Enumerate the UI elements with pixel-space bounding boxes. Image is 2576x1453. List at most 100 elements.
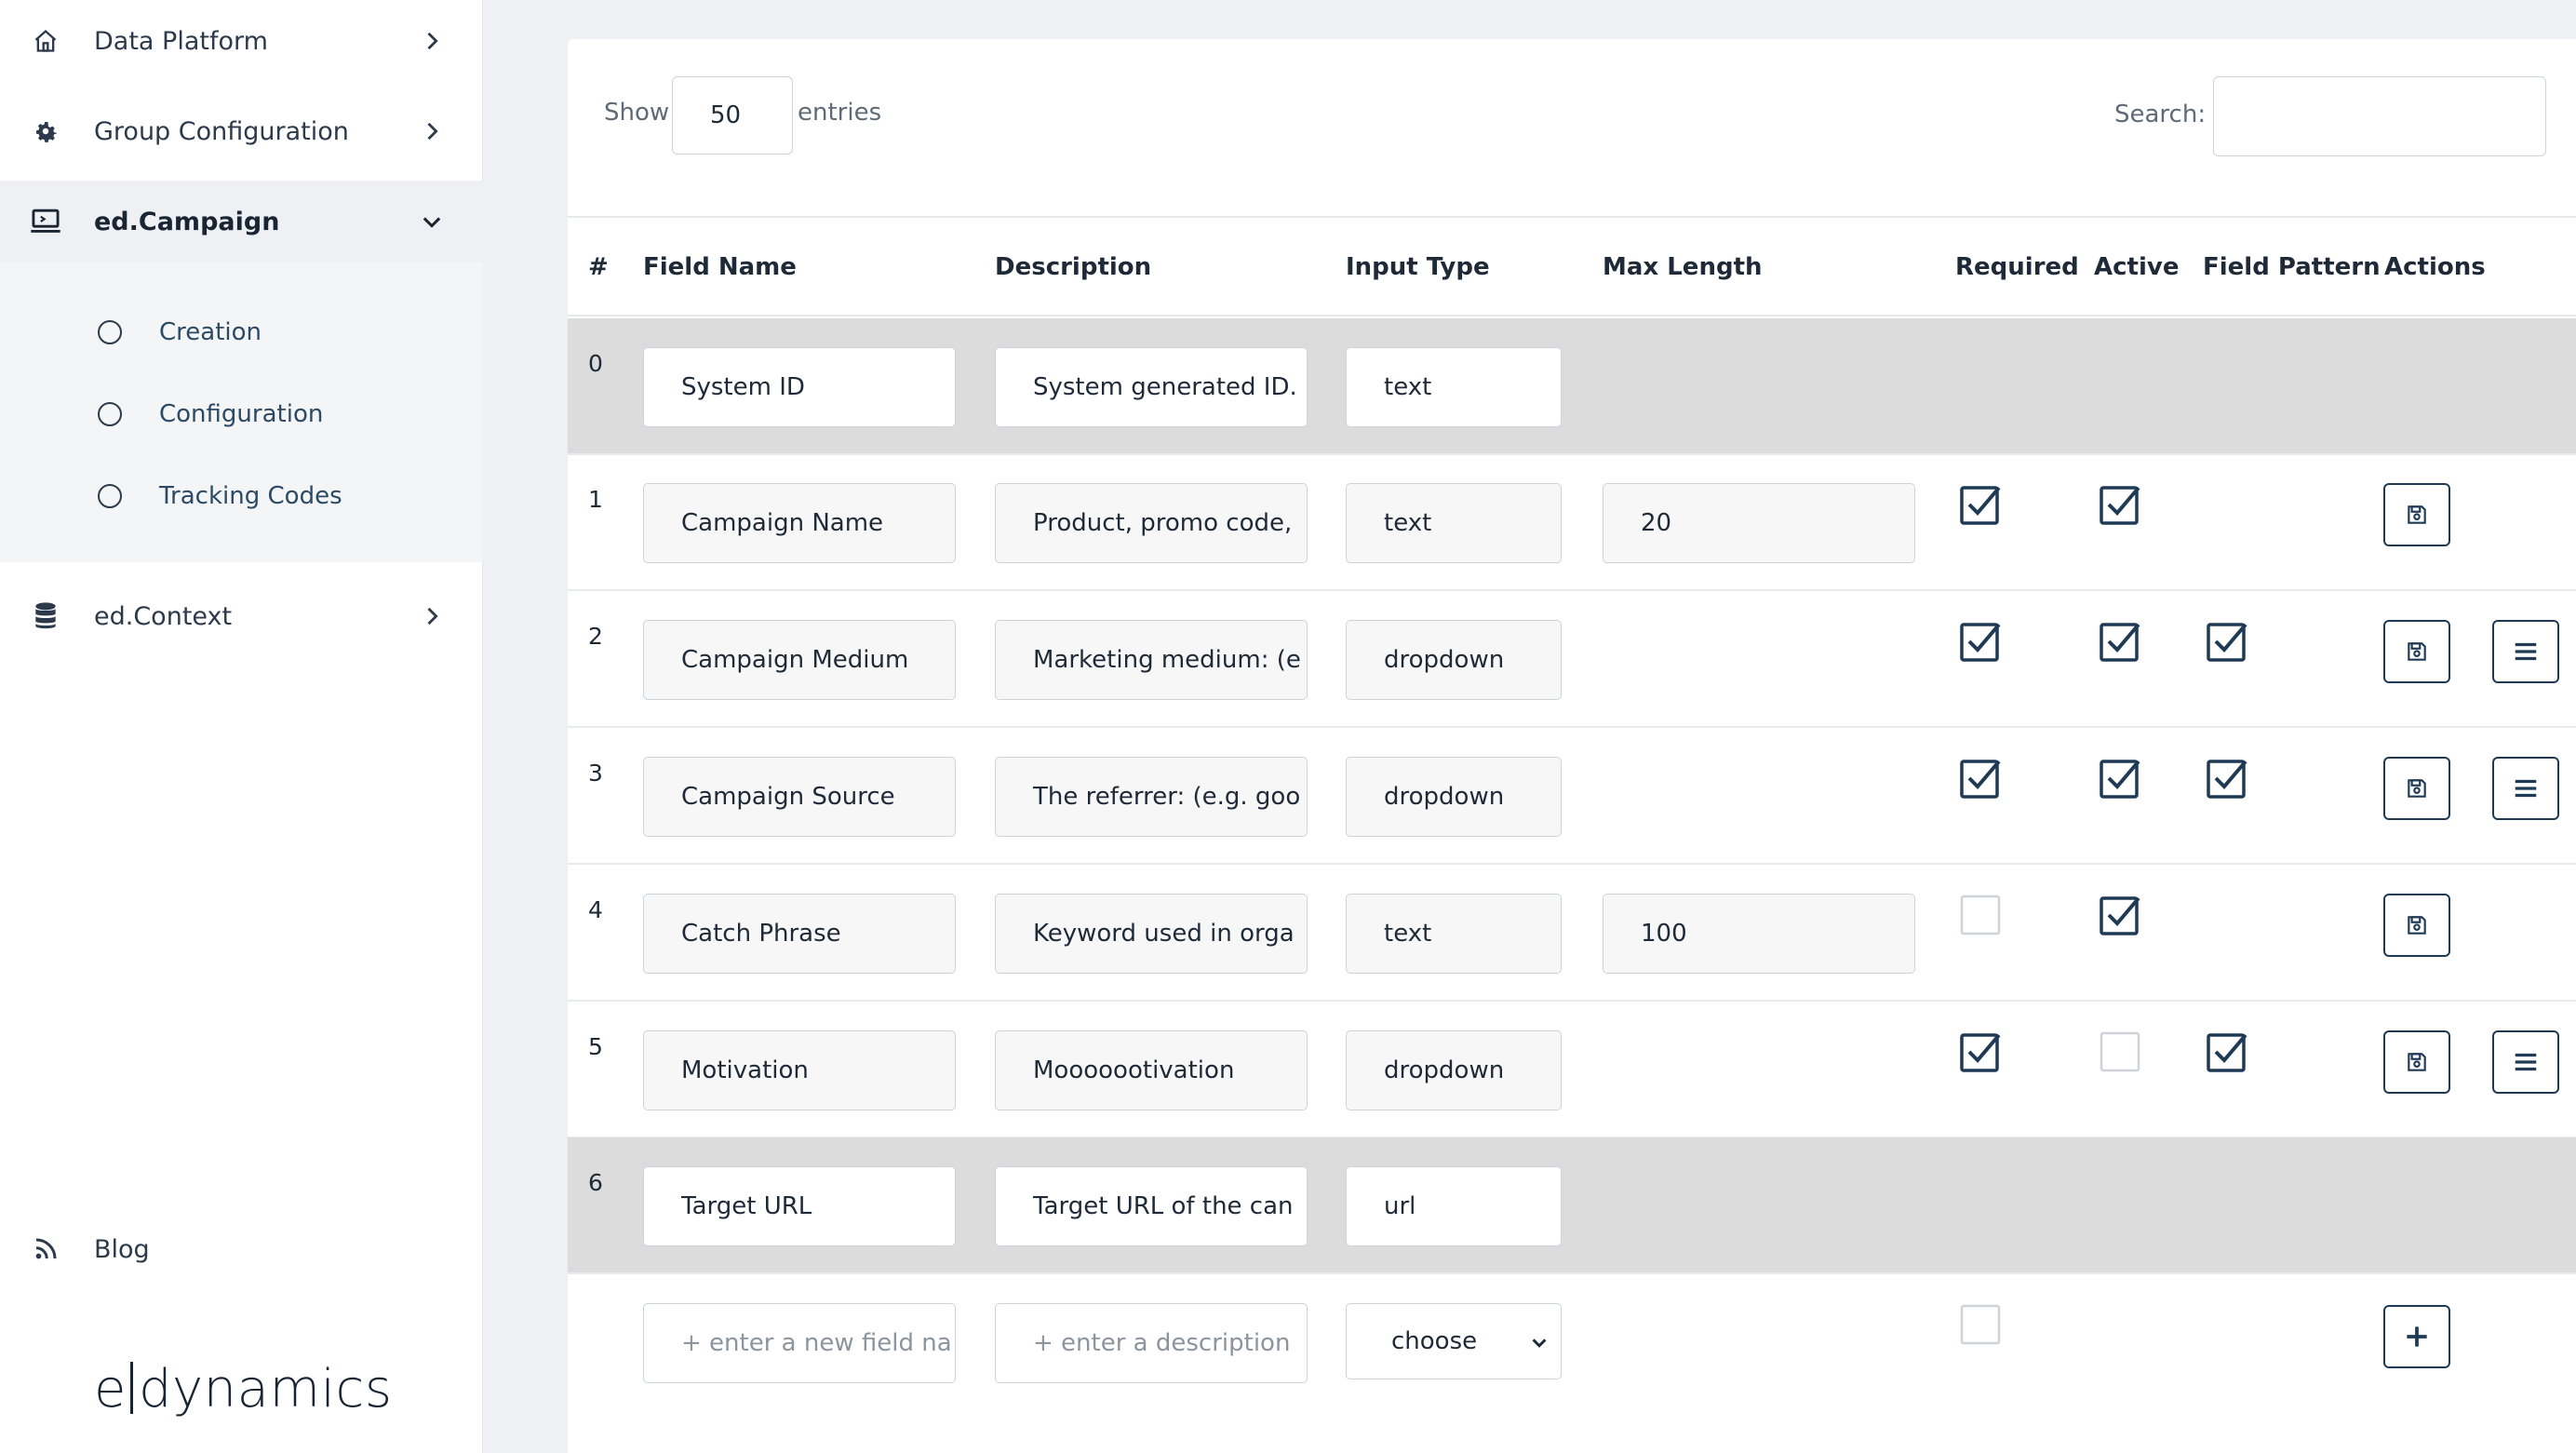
row-number: 1 (588, 486, 603, 513)
field-name-input[interactable] (643, 757, 956, 837)
field-name-input[interactable] (643, 620, 956, 700)
table-row: 1 (568, 454, 2576, 591)
sidebar-subitem-tracking-codes[interactable]: Tracking Codes (0, 464, 483, 529)
row-number: 0 (588, 350, 603, 377)
sidebar-item-blog[interactable]: Blog (0, 1208, 483, 1290)
active-checkbox[interactable] (2098, 482, 2142, 527)
laptop-icon (30, 206, 61, 237)
required-checkbox[interactable] (1958, 1029, 2003, 1074)
input-type-field[interactable] (1346, 620, 1562, 700)
table-row: 3 (568, 728, 2576, 865)
row-number: 4 (588, 896, 603, 923)
input-type-field[interactable] (1346, 347, 1562, 427)
sidebar-item-data-platform[interactable]: Data Platform (0, 0, 483, 82)
field-name-input[interactable] (643, 894, 956, 974)
sidebar-subitem-label: Tracking Codes (159, 482, 342, 510)
circle-icon (98, 320, 122, 344)
input-type-field[interactable] (1346, 1030, 1562, 1110)
active-checkbox[interactable] (2098, 1029, 2142, 1074)
add-field-button[interactable] (2383, 1305, 2450, 1368)
field-pattern-checkbox[interactable] (2205, 619, 2249, 664)
list-icon (2512, 776, 2540, 800)
save-icon (2405, 503, 2429, 527)
table-header: # Field Name Description Input Type Max … (568, 220, 2576, 316)
field-description-input[interactable] (995, 620, 1308, 700)
options-list-button[interactable] (2492, 620, 2559, 683)
required-checkbox[interactable] (1958, 619, 2003, 664)
options-list-button[interactable] (2492, 757, 2559, 820)
sidebar-item-label: ed.Campaign (94, 207, 280, 236)
new-field-name-input[interactable] (643, 1303, 956, 1383)
active-checkbox[interactable] (2098, 756, 2142, 800)
table-toolbar: Show entries Search: (568, 39, 2576, 218)
new-field-row: choose (568, 1274, 2576, 1411)
active-checkbox[interactable] (2098, 893, 2142, 937)
input-type-field[interactable] (1346, 1166, 1562, 1246)
sidebar-subitem-creation[interactable]: Creation (0, 300, 483, 365)
sidebar-item-label: Group Configuration (94, 116, 349, 146)
new-field-description-input[interactable] (995, 1303, 1308, 1383)
sidebar-item-group-configuration[interactable]: Group Configuration (0, 90, 483, 172)
field-description-input[interactable] (995, 757, 1308, 837)
show-label: Show (604, 99, 670, 127)
required-checkbox[interactable] (1958, 893, 2003, 937)
max-length-input[interactable] (1603, 894, 1915, 974)
save-button[interactable] (2383, 1030, 2450, 1094)
sidebar-item-label: ed.Context (94, 601, 233, 631)
sidebar-item-ed-campaign[interactable]: ed.Campaign (0, 181, 483, 262)
entries-count-input[interactable] (672, 76, 793, 155)
list-icon (2512, 1050, 2540, 1074)
sidebar-subitem-label: Creation (159, 318, 262, 346)
field-pattern-checkbox[interactable] (2205, 1029, 2249, 1074)
sidebar-item-label: Blog (94, 1234, 150, 1264)
logo-left: e (94, 1359, 127, 1419)
max-length-input[interactable] (1603, 483, 1915, 563)
save-button[interactable] (2383, 483, 2450, 546)
search-label: Search: (2114, 101, 2207, 128)
logo-right: dynamics (138, 1359, 393, 1419)
field-description-input[interactable] (995, 1166, 1308, 1246)
column-header-field-pattern[interactable]: Field Pattern (2203, 253, 2381, 281)
gear-icon (30, 115, 61, 147)
column-header-input-type[interactable]: Input Type (1346, 253, 1490, 281)
field-name-input[interactable] (643, 347, 956, 427)
field-name-input[interactable] (643, 1166, 956, 1246)
column-header-required[interactable]: Required (1955, 253, 2079, 281)
column-header-description[interactable]: Description (995, 253, 1151, 281)
field-description-input[interactable] (995, 894, 1308, 974)
chevron-right-icon (419, 118, 445, 144)
chevron-down-icon (419, 209, 445, 235)
chevron-right-icon (419, 603, 445, 629)
field-name-input[interactable] (643, 1030, 956, 1110)
entries-label: entries (798, 99, 882, 127)
fields-table-card: Show entries Search: # Field Name Descri… (568, 39, 2576, 1453)
save-button[interactable] (2383, 757, 2450, 820)
table-row: 0 (568, 318, 2576, 455)
search-input[interactable] (2213, 76, 2546, 156)
sidebar-subitem-configuration[interactable]: Configuration (0, 382, 483, 447)
column-header-active[interactable]: Active (2094, 253, 2179, 281)
save-icon (2405, 1050, 2429, 1074)
new-field-required-checkbox[interactable] (1958, 1302, 2003, 1347)
save-button[interactable] (2383, 894, 2450, 957)
field-description-input[interactable] (995, 347, 1308, 427)
sidebar-item-ed-context[interactable]: ed.Context (0, 575, 483, 657)
column-header-actions: Actions (2384, 253, 2486, 281)
save-button[interactable] (2383, 620, 2450, 683)
field-description-input[interactable] (995, 483, 1308, 563)
column-header-field-name[interactable]: Field Name (643, 253, 797, 281)
column-header-max-length[interactable]: Max Length (1603, 253, 1763, 281)
sidebar-subitem-label: Configuration (159, 400, 324, 428)
field-name-input[interactable] (643, 483, 956, 563)
field-pattern-checkbox[interactable] (2205, 756, 2249, 800)
required-checkbox[interactable] (1958, 482, 2003, 527)
input-type-field[interactable] (1346, 757, 1562, 837)
active-checkbox[interactable] (2098, 619, 2142, 664)
required-checkbox[interactable] (1958, 756, 2003, 800)
input-type-field[interactable] (1346, 483, 1562, 563)
circle-icon (98, 484, 122, 508)
new-field-type-select[interactable]: choose (1346, 1303, 1562, 1379)
field-description-input[interactable] (995, 1030, 1308, 1110)
options-list-button[interactable] (2492, 1030, 2559, 1094)
input-type-field[interactable] (1346, 894, 1562, 974)
